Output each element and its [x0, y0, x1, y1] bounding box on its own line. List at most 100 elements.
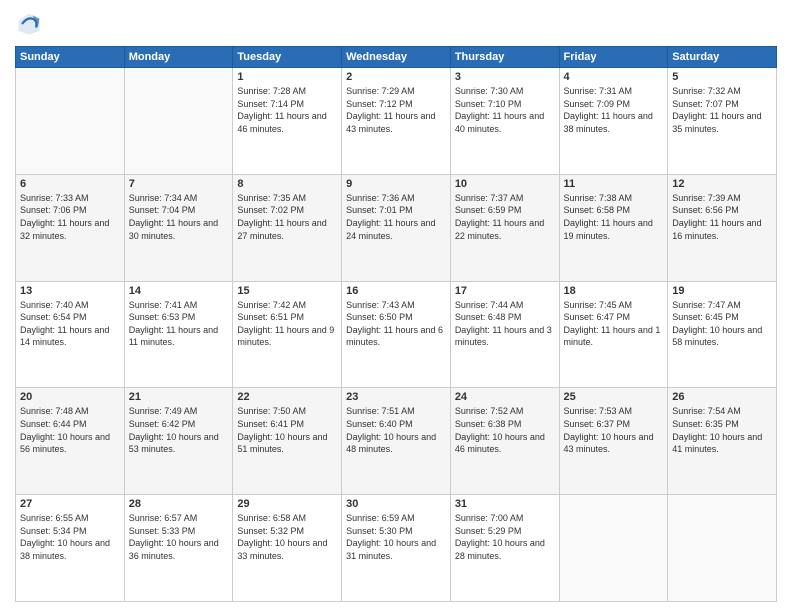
calendar-cell: 9 Sunrise: 7:36 AM Sunset: 7:01 PM Daylig… [342, 174, 451, 281]
calendar-cell: 29 Sunrise: 6:58 AM Sunset: 5:32 PM Dayli… [233, 495, 342, 602]
calendar-day-header: Thursday [450, 47, 559, 68]
calendar-cell: 13Sunrise: 7:40 AM Sunset: 6:54 PM Dayli… [16, 281, 125, 388]
calendar-day-header: Monday [124, 47, 233, 68]
calendar-day-header: Sunday [16, 47, 125, 68]
day-info: Sunrise: 7:35 AM Sunset: 7:02 PM Dayligh… [237, 192, 337, 242]
logo [15, 10, 47, 38]
calendar-cell: 25Sunrise: 7:53 AM Sunset: 6:37 PM Dayli… [559, 388, 668, 495]
day-number: 16 [346, 285, 446, 297]
day-info: Sunrise: 7:28 AM Sunset: 7:14 PM Dayligh… [237, 85, 337, 135]
day-number: 28 [129, 498, 229, 510]
calendar-cell: 12 Sunrise: 7:39 AM Sunset: 6:56 PM Dayli… [668, 174, 777, 281]
calendar-cell: 31Sunrise: 7:00 AM Sunset: 5:29 PM Dayli… [450, 495, 559, 602]
day-number: 4 [564, 71, 664, 83]
day-number: 26 [672, 391, 772, 403]
calendar-cell: 16 Sunrise: 7:43 AM Sunset: 6:50 PM Dayli… [342, 281, 451, 388]
day-info: Sunrise: 7:30 AM Sunset: 7:10 PM Dayligh… [455, 85, 555, 135]
calendar-cell: 14 Sunrise: 7:41 AM Sunset: 6:53 PM Dayli… [124, 281, 233, 388]
calendar-cell: 18 Sunrise: 7:45 AM Sunset: 6:47 PM Dayli… [559, 281, 668, 388]
calendar-week-row: 6 Sunrise: 7:33 AM Sunset: 7:06 PM Daylig… [16, 174, 777, 281]
day-number: 23 [346, 391, 446, 403]
day-info: Sunrise: 7:48 AM Sunset: 6:44 PM Dayligh… [20, 405, 120, 455]
calendar-cell: 30Sunrise: 6:59 AM Sunset: 5:30 PM Dayli… [342, 495, 451, 602]
calendar-cell: 27 Sunrise: 6:55 AM Sunset: 5:34 PM Dayli… [16, 495, 125, 602]
day-info: Sunrise: 7:49 AM Sunset: 6:42 PM Dayligh… [129, 405, 229, 455]
day-number: 1 [237, 71, 337, 83]
calendar-cell: 26 Sunrise: 7:54 AM Sunset: 6:35 PM Dayli… [668, 388, 777, 495]
calendar-cell [668, 495, 777, 602]
calendar-header-row: SundayMondayTuesdayWednesdayThursdayFrid… [16, 47, 777, 68]
calendar-cell: 10 Sunrise: 7:37 AM Sunset: 6:59 PM Dayli… [450, 174, 559, 281]
day-number: 27 [20, 498, 120, 510]
day-info: Sunrise: 7:31 AM Sunset: 7:09 PM Dayligh… [564, 85, 664, 135]
calendar-cell: 28 Sunrise: 6:57 AM Sunset: 5:33 PM Dayli… [124, 495, 233, 602]
day-info: Sunrise: 6:59 AM Sunset: 5:30 PM Dayligh… [346, 512, 446, 562]
header [15, 10, 777, 38]
calendar-week-row: 20Sunrise: 7:48 AM Sunset: 6:44 PM Dayli… [16, 388, 777, 495]
calendar-cell: 24 Sunrise: 7:52 AM Sunset: 6:38 PM Dayli… [450, 388, 559, 495]
day-number: 31 [455, 498, 555, 510]
day-info: Sunrise: 7:50 AM Sunset: 6:41 PM Dayligh… [237, 405, 337, 455]
calendar-cell: 8 Sunrise: 7:35 AM Sunset: 7:02 PM Daylig… [233, 174, 342, 281]
day-number: 17 [455, 285, 555, 297]
day-number: 7 [129, 178, 229, 190]
calendar-cell: 23Sunrise: 7:51 AM Sunset: 6:40 PM Dayli… [342, 388, 451, 495]
day-info: Sunrise: 7:41 AM Sunset: 6:53 PM Dayligh… [129, 299, 229, 349]
day-number: 10 [455, 178, 555, 190]
day-number: 24 [455, 391, 555, 403]
calendar-week-row: 13Sunrise: 7:40 AM Sunset: 6:54 PM Dayli… [16, 281, 777, 388]
calendar-table: SundayMondayTuesdayWednesdayThursdayFrid… [15, 46, 777, 602]
logo-icon [15, 10, 43, 38]
day-info: Sunrise: 6:57 AM Sunset: 5:33 PM Dayligh… [129, 512, 229, 562]
calendar-cell: 3Sunrise: 7:30 AM Sunset: 7:10 PM Daylig… [450, 68, 559, 175]
day-info: Sunrise: 7:29 AM Sunset: 7:12 PM Dayligh… [346, 85, 446, 135]
day-number: 5 [672, 71, 772, 83]
day-number: 11 [564, 178, 664, 190]
calendar-day-header: Saturday [668, 47, 777, 68]
day-info: Sunrise: 7:44 AM Sunset: 6:48 PM Dayligh… [455, 299, 555, 349]
day-number: 19 [672, 285, 772, 297]
calendar-day-header: Tuesday [233, 47, 342, 68]
calendar-cell [16, 68, 125, 175]
day-number: 14 [129, 285, 229, 297]
calendar-cell [124, 68, 233, 175]
calendar-cell: 4 Sunrise: 7:31 AM Sunset: 7:09 PM Daylig… [559, 68, 668, 175]
calendar-cell [559, 495, 668, 602]
day-info: Sunrise: 7:33 AM Sunset: 7:06 PM Dayligh… [20, 192, 120, 242]
day-info: Sunrise: 7:39 AM Sunset: 6:56 PM Dayligh… [672, 192, 772, 242]
day-info: Sunrise: 7:53 AM Sunset: 6:37 PM Dayligh… [564, 405, 664, 455]
day-info: Sunrise: 7:47 AM Sunset: 6:45 PM Dayligh… [672, 299, 772, 349]
calendar-cell: 17 Sunrise: 7:44 AM Sunset: 6:48 PM Dayli… [450, 281, 559, 388]
day-info: Sunrise: 7:37 AM Sunset: 6:59 PM Dayligh… [455, 192, 555, 242]
page: SundayMondayTuesdayWednesdayThursdayFrid… [0, 0, 792, 612]
day-number: 21 [129, 391, 229, 403]
day-number: 29 [237, 498, 337, 510]
calendar-cell: 21 Sunrise: 7:49 AM Sunset: 6:42 PM Dayli… [124, 388, 233, 495]
day-number: 15 [237, 285, 337, 297]
calendar-day-header: Wednesday [342, 47, 451, 68]
day-info: Sunrise: 6:55 AM Sunset: 5:34 PM Dayligh… [20, 512, 120, 562]
day-number: 6 [20, 178, 120, 190]
calendar-cell: 22Sunrise: 7:50 AM Sunset: 6:41 PM Dayli… [233, 388, 342, 495]
calendar-week-row: 27 Sunrise: 6:55 AM Sunset: 5:34 PM Dayli… [16, 495, 777, 602]
day-info: Sunrise: 7:54 AM Sunset: 6:35 PM Dayligh… [672, 405, 772, 455]
calendar-cell: 1 Sunrise: 7:28 AM Sunset: 7:14 PM Daylig… [233, 68, 342, 175]
day-info: Sunrise: 7:36 AM Sunset: 7:01 PM Dayligh… [346, 192, 446, 242]
day-info: Sunrise: 7:42 AM Sunset: 6:51 PM Dayligh… [237, 299, 337, 349]
day-number: 12 [672, 178, 772, 190]
calendar-cell: 11Sunrise: 7:38 AM Sunset: 6:58 PM Dayli… [559, 174, 668, 281]
day-info: Sunrise: 7:34 AM Sunset: 7:04 PM Dayligh… [129, 192, 229, 242]
calendar-day-header: Friday [559, 47, 668, 68]
day-number: 18 [564, 285, 664, 297]
day-info: Sunrise: 7:40 AM Sunset: 6:54 PM Dayligh… [20, 299, 120, 349]
day-info: Sunrise: 7:32 AM Sunset: 7:07 PM Dayligh… [672, 85, 772, 135]
day-info: Sunrise: 7:43 AM Sunset: 6:50 PM Dayligh… [346, 299, 446, 349]
calendar-cell: 6 Sunrise: 7:33 AM Sunset: 7:06 PM Daylig… [16, 174, 125, 281]
day-info: Sunrise: 7:52 AM Sunset: 6:38 PM Dayligh… [455, 405, 555, 455]
day-number: 8 [237, 178, 337, 190]
day-info: Sunrise: 6:58 AM Sunset: 5:32 PM Dayligh… [237, 512, 337, 562]
day-info: Sunrise: 7:45 AM Sunset: 6:47 PM Dayligh… [564, 299, 664, 349]
day-number: 9 [346, 178, 446, 190]
calendar-cell: 19 Sunrise: 7:47 AM Sunset: 6:45 PM Dayli… [668, 281, 777, 388]
calendar-cell: 5 Sunrise: 7:32 AM Sunset: 7:07 PM Daylig… [668, 68, 777, 175]
